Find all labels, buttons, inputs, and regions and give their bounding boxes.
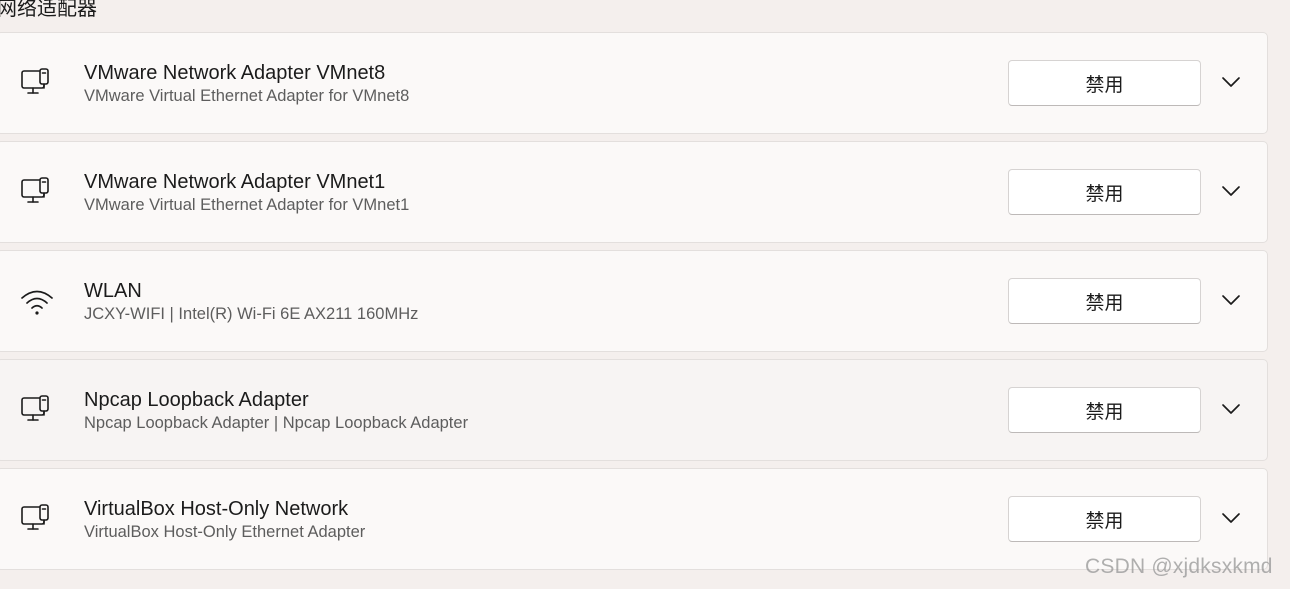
watermark: CSDN @xjdksxkmd [1085, 555, 1273, 578]
adapter-name: VMware Network Adapter VMnet1 [84, 171, 386, 193]
adapter-card-npcap-loopback[interactable]: Npcap Loopback Adapter Npcap Loopback Ad… [0, 359, 1268, 461]
disable-button[interactable]: 禁用 [1008, 387, 1201, 433]
adapter-text: VMware Network Adapter VMnet1 VMware Vir… [84, 170, 409, 216]
network-adapter-icon [19, 66, 55, 102]
adapter-description: VirtualBox Host-Only Ethernet Adapter [84, 523, 366, 541]
adapter-name: VMware Network Adapter VMnet8 [84, 62, 386, 84]
chevron-down-icon[interactable] [1219, 70, 1243, 94]
adapter-text: VMware Network Adapter VMnet8 VMware Vir… [84, 61, 409, 107]
network-adapters-page: 网络适配器 VMware Network Adapter VMnet8 VMwa… [0, 0, 1290, 589]
chevron-down-icon[interactable] [1219, 506, 1243, 530]
chevron-down-icon[interactable] [1219, 179, 1243, 203]
section-title: 网络适配器 [0, 0, 97, 20]
adapter-card-virtualbox-host-only[interactable]: VirtualBox Host-Only Network VirtualBox … [0, 468, 1268, 570]
adapter-card-wlan[interactable]: WLAN JCXY-WIFI | Intel(R) Wi-Fi 6E AX211… [0, 250, 1268, 352]
network-adapter-icon [19, 393, 55, 429]
adapter-description: VMware Virtual Ethernet Adapter for VMne… [84, 196, 410, 214]
adapter-text: VirtualBox Host-Only Network VirtualBox … [84, 497, 365, 543]
adapter-list: VMware Network Adapter VMnet8 VMware Vir… [0, 32, 1268, 577]
wifi-icon [19, 284, 55, 320]
adapter-description: JCXY-WIFI | Intel(R) Wi-Fi 6E AX211 160M… [84, 305, 419, 323]
adapter-name: WLAN [84, 280, 142, 302]
adapter-text: Npcap Loopback Adapter Npcap Loopback Ad… [84, 388, 468, 434]
adapter-card-vmnet8[interactable]: VMware Network Adapter VMnet8 VMware Vir… [0, 32, 1268, 134]
disable-button[interactable]: 禁用 [1008, 60, 1201, 106]
chevron-down-icon[interactable] [1219, 288, 1243, 312]
disable-button[interactable]: 禁用 [1008, 496, 1201, 542]
network-adapter-icon [19, 502, 55, 538]
disable-button[interactable]: 禁用 [1008, 169, 1201, 215]
network-adapter-icon [19, 175, 55, 211]
adapter-description: Npcap Loopback Adapter | Npcap Loopback … [84, 414, 469, 432]
adapter-name: Npcap Loopback Adapter [84, 389, 309, 411]
chevron-down-icon[interactable] [1219, 397, 1243, 421]
disable-button[interactable]: 禁用 [1008, 278, 1201, 324]
adapter-name: VirtualBox Host-Only Network [84, 498, 349, 520]
adapter-description: VMware Virtual Ethernet Adapter for VMne… [84, 87, 410, 105]
adapter-card-vmnet1[interactable]: VMware Network Adapter VMnet1 VMware Vir… [0, 141, 1268, 243]
adapter-text: WLAN JCXY-WIFI | Intel(R) Wi-Fi 6E AX211… [84, 279, 418, 325]
